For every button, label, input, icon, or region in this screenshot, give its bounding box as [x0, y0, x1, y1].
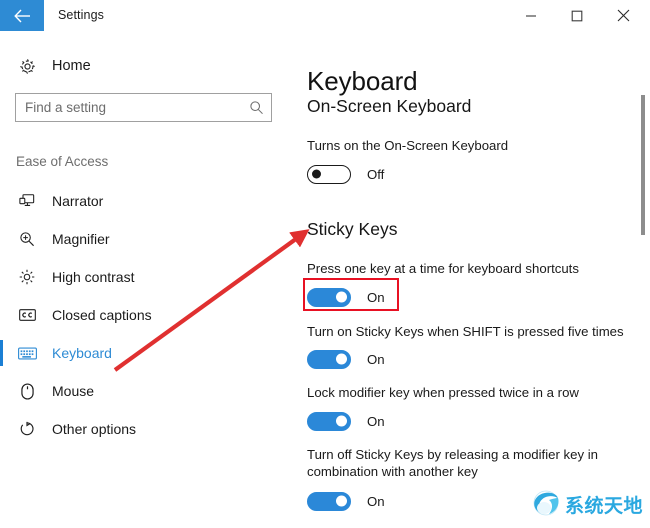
toggle-switch-lock-modifier[interactable]	[307, 411, 351, 431]
toggle-state-label: Off	[367, 166, 385, 182]
sidebar-item-label: Closed captions	[52, 307, 152, 323]
sidebar-group-title: Ease of Access	[16, 154, 109, 169]
sidebar-item-label: High contrast	[52, 269, 135, 285]
title-bar: Settings	[0, 0, 650, 39]
watermark-text: 系统天地	[565, 495, 644, 517]
setting-label-press-one-key: Press one key at a time for keyboard sho…	[307, 261, 579, 276]
setting-label-turn-off-sticky-keys: Turn off Sticky Keys by releasing a modi…	[307, 447, 598, 479]
setting-row-turn-off-sticky-keys[interactable]: On	[307, 490, 385, 512]
scrollbar-thumb[interactable]	[641, 95, 645, 235]
sidebar-home-label: Home	[52, 58, 91, 74]
keyboard-icon	[16, 346, 38, 360]
section-heading-sticky-keys: Sticky Keys	[307, 219, 398, 239]
selection-indicator	[0, 302, 3, 328]
setting-label-lock-modifier: Lock modifier key when pressed twice in …	[307, 385, 579, 400]
toggle-switch-shift-five-times[interactable]	[307, 349, 351, 369]
selection-indicator	[0, 340, 3, 366]
sidebar-item-label: Other options	[52, 421, 137, 437]
setting-row-shift-five-times[interactable]: On	[307, 348, 385, 370]
setting-row-osk[interactable]: Off	[307, 163, 384, 185]
setting-row-lock-modifier[interactable]: On	[307, 410, 385, 432]
maximize-icon	[571, 10, 583, 22]
main-content: Keyboard On-Screen Keyboard Turns on the…	[300, 38, 650, 523]
toggle-knob	[336, 353, 347, 365]
sidebar-item-keyboard[interactable]: Keyboard	[0, 334, 300, 372]
toggle-switch-press-one-key[interactable]	[307, 287, 351, 307]
toggle-state-label: On	[367, 289, 385, 305]
watermark: 系统天地	[531, 487, 643, 522]
other-options-icon	[16, 421, 38, 437]
back-arrow-icon	[13, 9, 31, 23]
toggle-switch-turn-off-sticky-keys[interactable]	[307, 491, 351, 511]
back-button[interactable]	[0, 0, 44, 31]
toggle-knob	[336, 415, 347, 427]
minimize-button[interactable]	[508, 0, 554, 31]
toggle-knob	[336, 495, 347, 507]
selection-indicator	[0, 226, 3, 252]
sidebar-item-mouse[interactable]: Mouse	[0, 372, 300, 410]
mouse-icon	[16, 382, 38, 400]
sidebar-item-label: Mouse	[52, 383, 95, 399]
sidebar-nav-list: Narrator Magnifier High contrast Closed …	[0, 182, 300, 448]
magnifier-icon	[16, 231, 38, 247]
setting-label-osk: Turns on the On-Screen Keyboard	[307, 138, 509, 153]
toggle-knob	[336, 291, 347, 303]
sidebar-item-other-options[interactable]: Other options	[0, 410, 300, 448]
search-input[interactable]	[16, 94, 241, 121]
sidebar: Home Ease of Access Narrator	[0, 38, 300, 523]
sidebar-item-high-contrast[interactable]: High contrast	[0, 258, 300, 296]
globe-logo-icon	[531, 487, 561, 522]
closed-captions-icon	[16, 308, 38, 322]
toggle-knob	[312, 169, 321, 179]
high-contrast-icon	[16, 269, 38, 285]
minimize-icon	[525, 10, 537, 22]
sidebar-item-label: Narrator	[52, 193, 104, 209]
sidebar-item-label: Keyboard	[52, 345, 112, 361]
gear-icon	[16, 58, 38, 75]
toggle-state-label: On	[367, 493, 385, 509]
window-title: Settings	[58, 8, 104, 22]
page-title: Keyboard	[307, 66, 418, 97]
selection-indicator	[0, 188, 3, 214]
narrator-icon	[16, 193, 38, 209]
sidebar-item-closed-captions[interactable]: Closed captions	[0, 296, 300, 334]
setting-row-press-one-key[interactable]: On	[307, 286, 385, 308]
selection-indicator	[0, 378, 3, 404]
toggle-state-label: On	[367, 413, 385, 429]
section-heading-on-screen-keyboard: On-Screen Keyboard	[307, 96, 472, 116]
sidebar-item-magnifier[interactable]: Magnifier	[0, 220, 300, 258]
selection-indicator	[0, 264, 3, 290]
selection-indicator	[0, 416, 3, 442]
close-button[interactable]	[600, 0, 646, 31]
toggle-switch-osk[interactable]	[307, 164, 351, 184]
maximize-button[interactable]	[554, 0, 600, 31]
close-icon	[617, 9, 630, 22]
window-controls	[508, 0, 646, 31]
search-box[interactable]	[15, 93, 272, 122]
sidebar-item-home[interactable]: Home	[16, 54, 91, 78]
sidebar-item-label: Magnifier	[52, 231, 110, 247]
sidebar-item-narrator[interactable]: Narrator	[0, 182, 300, 220]
search-icon[interactable]	[241, 94, 271, 121]
toggle-state-label: On	[367, 351, 385, 367]
scrollbar[interactable]	[636, 38, 650, 523]
setting-label-shift-five-times: Turn on Sticky Keys when SHIFT is presse…	[307, 324, 624, 339]
